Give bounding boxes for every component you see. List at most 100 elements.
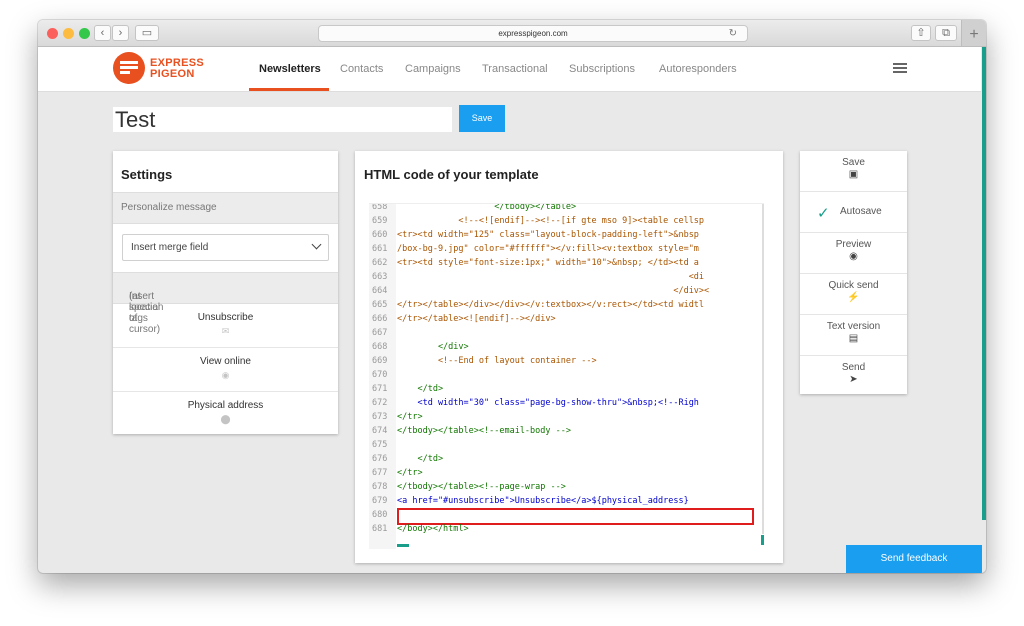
quick-send-button[interactable]: Quick send ⚡ — [800, 274, 907, 315]
active-nav-indicator — [249, 88, 329, 91]
nav-newsletters[interactable]: Newsletters — [259, 63, 321, 75]
nav-autoresponders[interactable]: Autoresponders — [659, 63, 737, 75]
line-number: 679 — [372, 496, 388, 506]
line-number: 680 — [372, 510, 388, 520]
autosave-label: Autosave — [840, 206, 882, 217]
paper-plane-icon: ➤ — [849, 374, 858, 385]
nav-subscriptions[interactable]: Subscriptions — [569, 63, 635, 75]
scrollbar[interactable] — [982, 47, 986, 520]
code-editor[interactable]: 658 </tbody></table> 659 <!--<![endif]-->… — [369, 203, 764, 549]
checkmark-icon: ✓ — [817, 205, 830, 222]
logo-line-2: PIGEON — [150, 68, 195, 80]
sidebar-button[interactable]: ▭ — [135, 25, 159, 41]
merge-field-select[interactable]: Insert merge field — [122, 234, 329, 261]
autosave-toggle[interactable]: ✓ Autosave — [800, 192, 907, 233]
code-text: </body></html> — [397, 524, 469, 534]
line-number: 674 — [372, 426, 388, 436]
nav-campaigns[interactable]: Campaigns — [405, 63, 461, 75]
line-number: 670 — [372, 370, 388, 380]
line-number: 678 — [372, 482, 388, 492]
special-tags-section-header: Insert special tags (at location of curs… — [113, 272, 338, 335]
line-number: 673 — [372, 412, 388, 422]
logo-wordmark[interactable]: EXPRESS PIGEON — [150, 58, 204, 80]
code-text: </tr> — [397, 412, 423, 422]
line-number: 664 — [372, 286, 388, 296]
preview-button[interactable]: Preview ◉ — [800, 233, 907, 274]
zoom-window-icon[interactable] — [79, 28, 90, 39]
editor-scroll-thumb[interactable] — [761, 535, 764, 545]
code-text: /box-bg-9.jpg" color="#ffffff"></v:fill>… — [397, 244, 699, 254]
nav-contacts[interactable]: Contacts — [340, 63, 383, 75]
reload-icon[interactable]: ↻ — [729, 26, 737, 42]
code-text: <!--End of layout container --> — [397, 356, 597, 366]
browser-window: ‹ › ▭ expresspigeon.com ↻ ⇧ ⧉ + EXPRESS … — [38, 20, 986, 573]
save-action-label: Save — [842, 157, 865, 168]
unsubscribe-tag-button[interactable]: Unsubscribe ✉ — [113, 304, 338, 348]
code-text: </tbody></table> — [397, 203, 577, 212]
code-text: </div> — [397, 342, 469, 352]
code-text: </tbody></table><!--email-body --> — [397, 426, 571, 436]
nav-transactional[interactable]: Transactional — [482, 63, 548, 75]
view-online-tag-button[interactable]: View online ◉ — [113, 348, 338, 392]
line-number: 659 — [372, 216, 388, 226]
unsubscribe-tag-label: Unsubscribe — [197, 312, 254, 323]
chevron-down-icon — [311, 239, 322, 250]
sidebar-icon: ▭ — [141, 27, 153, 39]
send-feedback-button[interactable]: Send feedback — [846, 545, 982, 573]
physical-address-tag-button[interactable]: Physical address ⬤ — [113, 392, 338, 435]
new-tab-button[interactable]: + — [961, 20, 986, 46]
line-number: 665 — [372, 300, 388, 310]
line-number: 668 — [372, 342, 388, 352]
code-text: <tr><td style="font-size:1px;" width="10… — [397, 258, 699, 268]
send-button[interactable]: Send ➤ — [800, 356, 907, 396]
hamburger-menu-icon[interactable] — [893, 63, 907, 73]
line-number: 669 — [372, 356, 388, 366]
forward-button[interactable]: › — [112, 25, 129, 41]
code-text: <tr><td width="125" class="layout-block-… — [397, 230, 699, 240]
address-bar[interactable]: expresspigeon.com ↻ — [318, 25, 748, 42]
personalize-label: Personalize message — [121, 202, 217, 213]
url-text: expresspigeon.com — [498, 29, 568, 38]
settings-panel: Settings Personalize message Insert merg… — [113, 151, 338, 434]
line-number: 681 — [372, 524, 388, 534]
line-number: 676 — [372, 454, 388, 464]
line-number: 667 — [372, 328, 388, 338]
share-icon: ⇧ — [916, 27, 926, 39]
editor-h-scroll-thumb[interactable] — [397, 544, 409, 547]
line-number: 660 — [372, 230, 388, 240]
line-number: 661 — [372, 244, 388, 254]
code-text: <a href="#unsubscribe">Unsubscribe</a>${… — [397, 496, 689, 506]
physical-address-tag-label: Physical address — [187, 400, 264, 411]
globe-icon: ◉ — [221, 370, 230, 380]
code-text: <di — [397, 272, 705, 282]
close-window-icon[interactable] — [47, 28, 58, 39]
newsletter-title-input[interactable] — [113, 107, 452, 132]
document-icon: ▤ — [848, 333, 859, 344]
plus-icon: + — [969, 26, 979, 43]
code-text: </td> — [397, 384, 444, 394]
line-number: 663 — [372, 272, 388, 282]
pigeon-logo-icon[interactable] — [113, 52, 145, 84]
text-version-button[interactable]: Text version ▤ — [800, 315, 907, 356]
merge-field-value: Insert merge field — [131, 242, 209, 253]
line-number: 658 — [372, 203, 388, 212]
back-button[interactable]: ‹ — [94, 25, 111, 41]
save-action-button[interactable]: Save ▣ — [800, 151, 907, 192]
save-title-button[interactable]: Save — [459, 105, 505, 132]
line-number: 662 — [372, 258, 388, 268]
send-label: Send — [841, 362, 866, 373]
minimize-window-icon[interactable] — [63, 28, 74, 39]
show-tabs-button[interactable]: ⧉ — [935, 25, 957, 41]
code-panel-title: HTML code of your template — [364, 167, 539, 182]
code-text: <td width="30" class="page-bg-show-thru"… — [397, 398, 699, 408]
line-number: 675 — [372, 440, 388, 450]
forward-icon: › — [118, 27, 123, 39]
html-code-panel: HTML code of your template 658 </tbody><… — [355, 151, 783, 563]
envelope-icon: ✉ — [221, 326, 230, 336]
code-text: <!--<![endif]--><!--[if gte mso 9]><tabl… — [397, 216, 705, 226]
actions-panel: Save ▣ ✓ Autosave Preview ◉ Quick send ⚡… — [800, 151, 907, 394]
eye-icon: ◉ — [849, 251, 858, 262]
share-button[interactable]: ⇧ — [911, 25, 931, 41]
site-header: EXPRESS PIGEON Newsletters Contacts Camp… — [38, 47, 981, 92]
view-online-tag-label: View online — [200, 356, 251, 367]
